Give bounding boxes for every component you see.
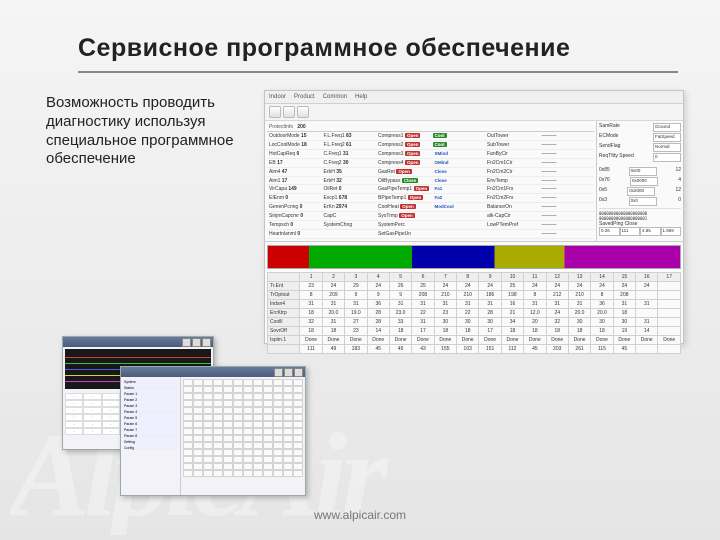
spectrum-bar: [267, 245, 681, 269]
minimize-icon[interactable]: [182, 338, 191, 347]
app-toolbar: [265, 104, 683, 121]
params-grid: ProtectInfo 200OutdoorMode 15F.L.Freq1 8…: [265, 121, 596, 241]
menu-item[interactable]: Product: [294, 94, 315, 100]
close-icon[interactable]: [294, 368, 303, 377]
maximize-icon[interactable]: [284, 368, 293, 377]
menu-item[interactable]: Common: [323, 94, 347, 100]
app-top-panel: ProtectInfo 200OutdoorMode 15F.L.Freq1 8…: [265, 121, 683, 242]
num-field[interactable]: 4.85: [640, 227, 661, 236]
refresh-icon[interactable]: [269, 106, 281, 118]
menu-item[interactable]: Indoor: [269, 94, 286, 100]
slide: AlpicAir Сервисное программное обеспечен…: [0, 0, 720, 540]
tree-panel: SystemStatusParam 1Param 2Param 3Param 4…: [121, 377, 181, 495]
window-titlebar: [63, 337, 213, 347]
window-titlebar: [121, 367, 305, 377]
table-window: SystemStatusParam 1Param 2Param 3Param 4…: [120, 366, 306, 496]
slide-title: Сервисное программное обеспечение: [78, 34, 678, 63]
cell-grid: [181, 377, 305, 495]
side-panel: SamRateGroundECModeFatSpeedSendFlagNorma…: [596, 121, 683, 241]
num-field[interactable]: 111: [620, 227, 641, 236]
help-icon[interactable]: [297, 106, 309, 118]
close-icon[interactable]: [202, 338, 211, 347]
num-field[interactable]: 0.26: [599, 227, 620, 236]
settings-icon[interactable]: [283, 106, 295, 118]
app-menubar: Indoor Product Common Help: [265, 91, 683, 104]
menu-item[interactable]: Help: [355, 94, 367, 100]
num-field[interactable]: 1.959: [661, 227, 682, 236]
title-bar: Сервисное программное обеспечение: [78, 34, 678, 73]
data-table: 1234567891011121314151617Tr.Ent232429242…: [267, 272, 681, 354]
diagnostic-app-window: Indoor Product Common Help ProtectInfo 2…: [264, 90, 684, 344]
footer-url: www.alpicair.com: [0, 508, 720, 522]
body-text: Возможность проводить диагностику исполь…: [46, 94, 246, 169]
maximize-icon[interactable]: [192, 338, 201, 347]
minimize-icon[interactable]: [274, 368, 283, 377]
